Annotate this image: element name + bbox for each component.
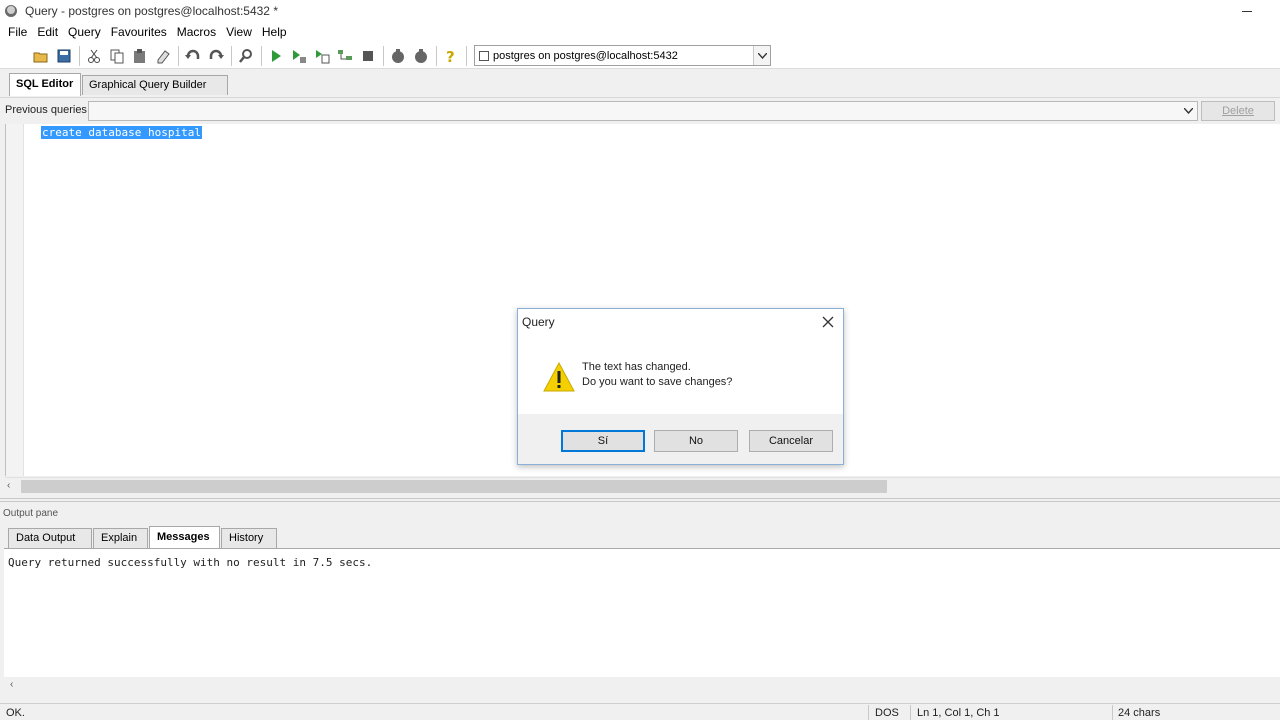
scroll-left-icon[interactable]: ‹ [10,679,13,690]
toolbar: ? postgres on postgres@localhost:5432 [0,43,1280,69]
toolbar-separator [466,45,467,66]
execute-to-file-icon[interactable] [313,47,331,65]
svg-text:?: ? [446,48,455,64]
tab-history[interactable]: History [221,528,277,548]
status-separator [868,705,869,720]
chevron-down-icon[interactable] [753,46,770,65]
tab-explain[interactable]: Explain [93,528,148,548]
menu-file[interactable]: File [3,23,32,42]
undo-icon[interactable] [184,47,202,65]
toolbar-separator [231,45,232,66]
no-button[interactable]: No [654,430,738,452]
dialog-message-line1: The text has changed. [582,361,691,373]
cancel-button[interactable]: Cancelar [749,430,833,452]
status-text: OK. [6,707,25,719]
toolbar-separator [436,45,437,66]
connection-checkbox[interactable] [479,50,489,61]
splitter-grip[interactable] [0,498,1280,502]
menu-query[interactable]: Query [63,23,106,42]
previous-queries-bar: Previous queries Delete [0,97,1280,123]
stop-icon[interactable] [359,47,377,65]
pane-splitter[interactable] [0,494,1280,506]
warning-icon [543,361,575,392]
help-icon[interactable]: ? [442,47,460,65]
copy-icon[interactable] [108,47,126,65]
output-pane-title: Output pane [0,506,1280,522]
menu-view[interactable]: View [221,23,257,42]
redo-icon[interactable] [207,47,225,65]
toolbar-separator [178,45,179,66]
menu-favourites[interactable]: Favourites [106,23,172,42]
execute-icon[interactable] [267,47,285,65]
editor-horizontal-scrollbar[interactable]: ‹ [5,477,1280,494]
tab-sql-editor[interactable]: SQL Editor [9,73,81,96]
dialog-message-line2: Do you want to save changes? [582,376,733,388]
save-changes-dialog: Query The text has changed. Do you want … [517,308,844,465]
query-result-message: Query returned successfully with no resu… [8,556,373,569]
dialog-title: Query [522,315,555,329]
yes-button[interactable]: Sí [561,430,645,452]
toolbar-separator [261,45,262,66]
menu-macros[interactable]: Macros [172,23,221,42]
connection-label: postgres on postgres@localhost:5432 [493,49,678,62]
chevron-down-icon[interactable] [1180,102,1197,120]
output-tab-bar: Data Output Explain Messages History [0,524,1280,548]
close-icon[interactable] [821,315,835,329]
tab-data-output[interactable]: Data Output [8,528,92,548]
status-char-count: 24 chars [1118,707,1161,719]
minimize-button[interactable] [1240,4,1254,16]
editor-tab-bar: SQL Editor Graphical Query Builder [0,70,1280,96]
scroll-left-icon[interactable]: ‹ [7,480,10,491]
status-line-endings: DOS [875,707,899,719]
previous-queries-label: Previous queries [5,104,87,116]
status-separator [910,705,911,720]
explain-icon[interactable] [336,47,354,65]
status-cursor-position: Ln 1, Col 1, Ch 1 [917,707,1000,719]
sql-code-selection[interactable]: create database hospital [41,126,202,139]
save-icon[interactable] [55,47,73,65]
find-icon[interactable] [237,47,255,65]
window-title: Query - postgres on postgres@localhost:5… [25,4,278,18]
output-horizontal-scrollbar[interactable]: ‹ [4,677,1280,694]
menu-help[interactable]: Help [257,23,292,42]
analyze-icon[interactable] [412,47,430,65]
cut-icon[interactable] [85,47,103,65]
execute-pgscript-icon[interactable] [290,47,308,65]
paste-icon[interactable] [131,47,149,65]
title-bar: Query - postgres on postgres@localhost:5… [0,0,1280,22]
previous-queries-select[interactable] [88,101,1198,121]
menu-edit[interactable]: Edit [32,23,63,42]
status-bar: OK. DOS Ln 1, Col 1, Ch 1 24 chars [0,703,1280,720]
scrollbar-thumb[interactable] [21,480,887,493]
tab-graphical-query-builder[interactable]: Graphical Query Builder [82,75,228,95]
clear-icon[interactable] [154,47,172,65]
toolbar-separator [383,45,384,66]
delete-button[interactable]: Delete [1201,101,1275,121]
toolbar-separator [79,45,80,66]
menu-bar: File Edit Query Favourites Macros View H… [0,22,1280,43]
line-number-gutter [6,124,24,476]
elephant-app-icon [5,5,17,17]
connection-select[interactable]: postgres on postgres@localhost:5432 [474,45,771,66]
messages-panel[interactable]: Query returned successfully with no resu… [4,548,1280,677]
vacuum-icon[interactable] [389,47,407,65]
status-separator [1112,705,1113,720]
open-file-icon[interactable] [32,47,50,65]
tab-messages[interactable]: Messages [149,526,220,548]
